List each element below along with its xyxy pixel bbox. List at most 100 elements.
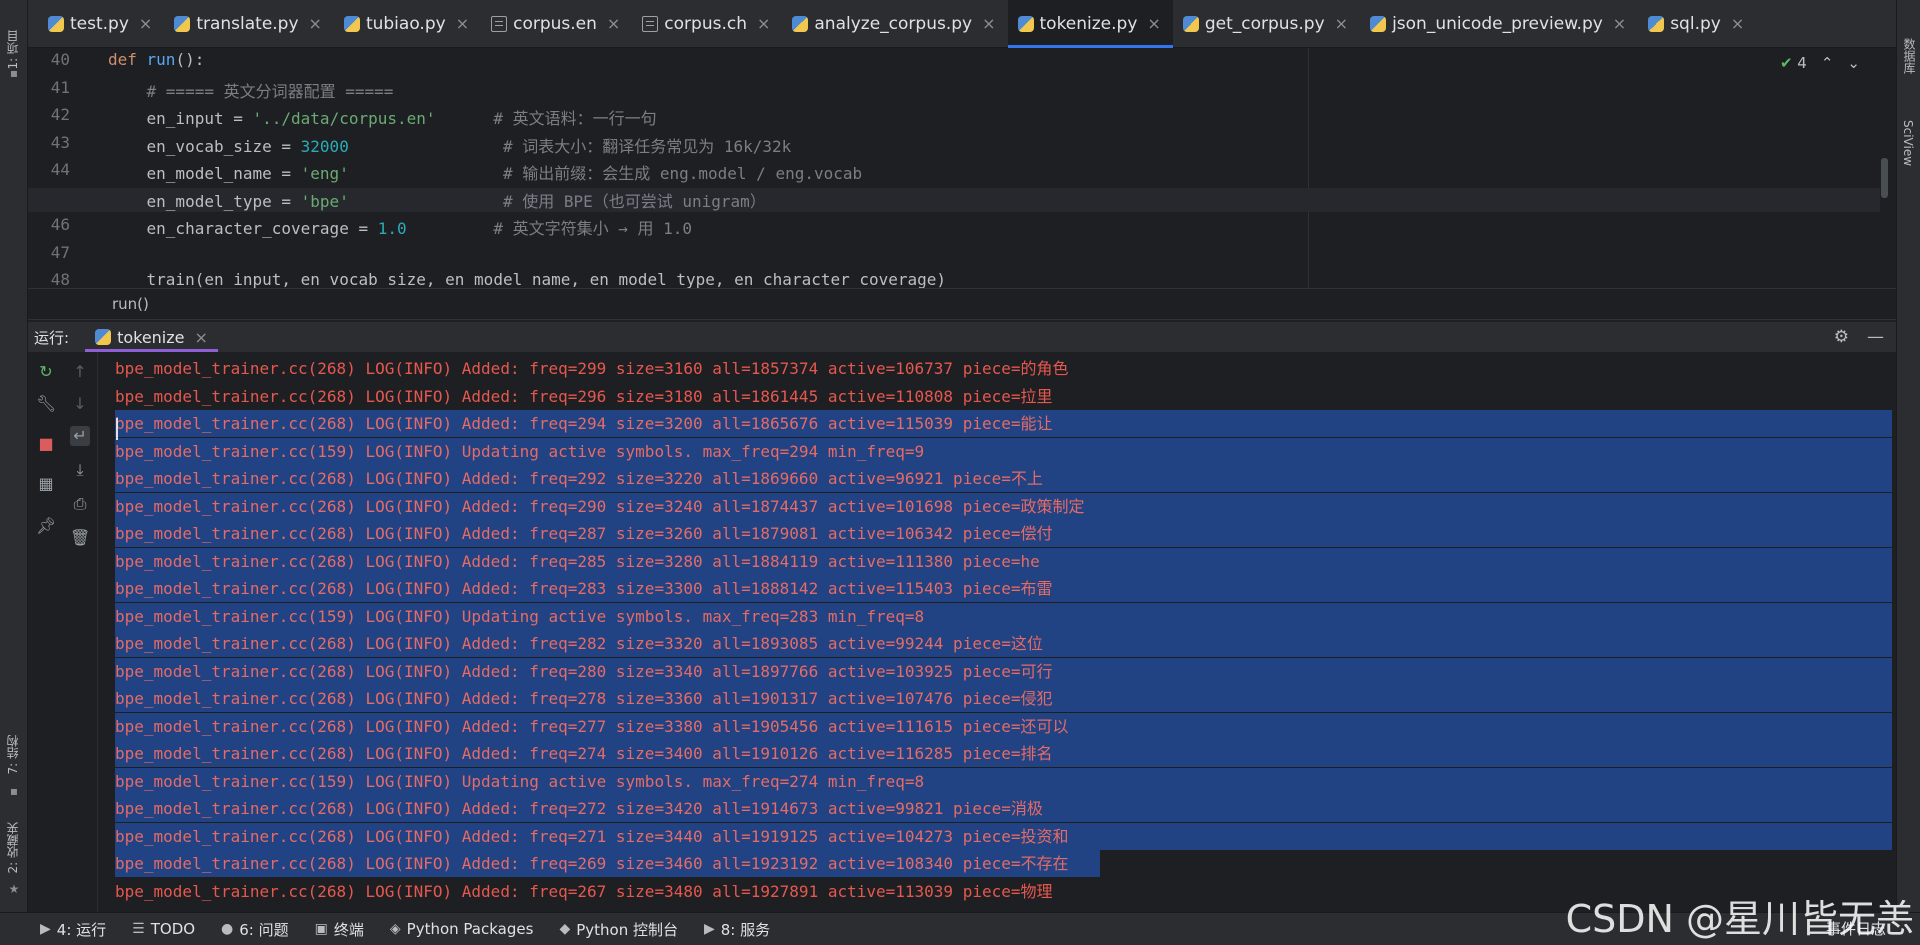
status-info-button[interactable]: ● 6: 问题 xyxy=(221,919,289,940)
scroll-to-end-icon[interactable]: ⤓ xyxy=(70,460,90,480)
console-line[interactable]: bpe_model_trainer.cc(268) LOG(INFO) Adde… xyxy=(115,575,1892,602)
pin-icon[interactable]: 📌︎ xyxy=(36,516,56,536)
console-line[interactable]: bpe_model_trainer.cc(268) LOG(INFO) Adde… xyxy=(115,878,1053,905)
tab-label: tokenize.py xyxy=(1039,13,1138,34)
inspection-status[interactable]: ✔ 4 xyxy=(1780,54,1807,72)
close-icon[interactable]: × xyxy=(309,14,322,33)
console-line[interactable]: bpe_model_trainer.cc(268) LOG(INFO) Adde… xyxy=(115,685,1892,712)
stop-icon[interactable]: ■ xyxy=(36,434,56,454)
tab-test-py[interactable]: test.py × xyxy=(38,0,164,48)
close-icon[interactable]: × xyxy=(1731,14,1744,33)
breadcrumb-item[interactable]: run() xyxy=(112,295,149,313)
console-line[interactable]: bpe_model_trainer.cc(268) LOG(INFO) Adde… xyxy=(115,492,1892,520)
code-line[interactable]: en_vocab_size = 32000 # 词表大小：翻译任务常见为 16k… xyxy=(108,133,792,157)
code-line[interactable]: train(en_input, en_vocab_size, en_model_… xyxy=(108,270,947,289)
print-icon[interactable]: ⎙ xyxy=(70,494,90,514)
python-file-icon xyxy=(1648,15,1665,32)
tab-corpus-ch[interactable]: corpus.ch × xyxy=(632,0,782,48)
console-line[interactable]: bpe_model_trainer.cc(159) LOG(INFO) Upda… xyxy=(115,437,1892,465)
close-icon[interactable]: × xyxy=(607,14,620,33)
console-line[interactable]: bpe_model_trainer.cc(268) LOG(INFO) Adde… xyxy=(115,355,1069,382)
trash-icon[interactable]: 🗑︎ xyxy=(70,528,90,548)
tab-tubiao-py[interactable]: tubiao.py × xyxy=(334,0,481,48)
right-tool-stripe: 数据库 SciView xyxy=(1896,0,1920,945)
code-line[interactable]: # ===== 英文分词器配置 ===== xyxy=(108,78,394,102)
close-icon[interactable]: × xyxy=(139,14,152,33)
close-icon[interactable]: × xyxy=(1613,14,1626,33)
console-line[interactable]: bpe_model_trainer.cc(268) LOG(INFO) Adde… xyxy=(115,383,1053,410)
structure-icon[interactable]: ▪ xyxy=(7,784,21,798)
tab-sql-py[interactable]: sql.py × xyxy=(1638,0,1756,48)
console-line[interactable]: bpe_model_trainer.cc(268) LOG(INFO) Adde… xyxy=(115,520,1892,547)
close-icon[interactable]: × xyxy=(982,14,995,33)
chevron-up-icon[interactable]: ⌃ xyxy=(1821,54,1834,72)
editor-scrollbar[interactable] xyxy=(1881,158,1888,198)
tab-translate-py[interactable]: translate.py × xyxy=(164,0,334,48)
star-icon[interactable]: ★ xyxy=(7,882,21,896)
arrow-down-icon[interactable]: ↓ xyxy=(70,394,90,414)
python-file-icon xyxy=(792,15,809,32)
close-icon[interactable]: × xyxy=(195,328,208,347)
console-line[interactable]: bpe_model_trainer.cc(268) LOG(INFO) Adde… xyxy=(115,657,1892,685)
code-token: (): xyxy=(175,50,205,69)
console-line[interactable]: bpe_model_trainer.cc(268) LOG(INFO) Adde… xyxy=(115,795,1892,822)
console-line[interactable]: bpe_model_trainer.cc(268) LOG(INFO) Adde… xyxy=(115,410,1892,437)
minimize-icon[interactable]: — xyxy=(1867,327,1884,347)
status-console-button[interactable]: ◆ Python 控制台 xyxy=(559,919,678,940)
database-tool-button[interactable]: 数据库 xyxy=(1901,38,1918,74)
tab-label: corpus.ch xyxy=(664,13,747,34)
tab-tokenize-py[interactable]: tokenize.py × xyxy=(1007,0,1174,48)
console-line[interactable]: bpe_model_trainer.cc(159) LOG(INFO) Upda… xyxy=(115,767,1892,795)
layout-icon[interactable]: ▦ xyxy=(36,474,56,494)
code-token: en_character_coverage = xyxy=(108,219,378,238)
code-line[interactable]: en_character_coverage = 1.0 # 英文字符集小 → 用… xyxy=(108,215,693,239)
code-token: # ===== 英文分词器配置 ===== xyxy=(108,81,394,101)
tab-get-corpus-py[interactable]: get_corpus.py × xyxy=(1173,0,1360,48)
status-list-button[interactable]: ☰ TODO xyxy=(132,920,195,938)
text-file-icon xyxy=(642,15,659,32)
project-tool-button[interactable]: 1: 项目 xyxy=(4,30,21,70)
code-line[interactable]: def run(): xyxy=(108,50,204,69)
tab-json-unicode-preview-py[interactable]: json_unicode_preview.py × xyxy=(1360,0,1638,48)
console-line[interactable]: bpe_model_trainer.cc(268) LOG(INFO) Adde… xyxy=(115,712,1892,740)
breadcrumb[interactable]: run() xyxy=(28,288,1896,320)
sciview-tool-button[interactable]: SciView xyxy=(1901,120,1915,166)
tab-corpus-en[interactable]: corpus.en × xyxy=(481,0,632,48)
console-line[interactable]: bpe_model_trainer.cc(159) LOG(INFO) Upda… xyxy=(115,602,1892,630)
arrow-up-icon[interactable]: ↑ xyxy=(70,362,90,382)
favorites-tool-button[interactable]: 2: 收藏夹 xyxy=(4,822,21,874)
inspection-widget[interactable]: ✔ 4 ⌃ ⌄ xyxy=(1780,54,1860,72)
console-line[interactable]: bpe_model_trainer.cc(268) LOG(INFO) Adde… xyxy=(115,822,1892,850)
console-line[interactable]: bpe_model_trainer.cc(268) LOG(INFO) Adde… xyxy=(115,547,1892,575)
gear-icon[interactable]: ⚙ xyxy=(1834,327,1849,347)
play-icon: ▶ xyxy=(40,921,51,937)
console-line[interactable]: bpe_model_trainer.cc(268) LOG(INFO) Adde… xyxy=(115,630,1892,657)
chevron-down-icon[interactable]: ⌄ xyxy=(1847,54,1860,72)
code-token: '../data/corpus.en' xyxy=(252,109,436,128)
console-line[interactable]: bpe_model_trainer.cc(268) LOG(INFO) Adde… xyxy=(115,740,1892,767)
code-line[interactable]: en_model_name = 'eng' # 输出前缀：会生成 eng.mod… xyxy=(108,160,863,184)
code-line[interactable]: en_input = '../data/corpus.en' # 英文语料：一行… xyxy=(108,105,657,129)
code-line[interactable]: en_model_type = 'bpe' # 使用 BPE（也可尝试 unig… xyxy=(28,187,1880,212)
console-line[interactable]: bpe_model_trainer.cc(268) LOG(INFO) Adde… xyxy=(115,850,1100,877)
close-icon[interactable]: × xyxy=(1147,14,1160,33)
wrench-icon[interactable]: 🔧︎ xyxy=(36,394,56,414)
status-play-button[interactable]: ▶ 4: 运行 xyxy=(40,919,106,940)
close-icon[interactable]: × xyxy=(757,14,770,33)
folder-icon[interactable]: ▪ xyxy=(7,66,21,80)
structure-tool-button[interactable]: 7: 结构 xyxy=(4,735,21,775)
code-editor[interactable]: 40 def run(): 41 # ===== 英文分词器配置 ===== 42 e… xyxy=(28,48,1896,289)
run-console-output[interactable]: bpe_model_trainer.cc(268) LOG(INFO) Adde… xyxy=(98,352,1892,912)
python-file-icon xyxy=(174,15,191,32)
status-terminal-button[interactable]: ▣ 终端 xyxy=(315,919,364,940)
close-icon[interactable]: × xyxy=(1335,14,1348,33)
soft-wrap-icon[interactable]: ↵ xyxy=(70,426,90,446)
status-services-button[interactable]: ▶ 8: 服务 xyxy=(704,919,770,940)
rerun-icon[interactable]: ↻ xyxy=(36,362,56,382)
console-line[interactable]: bpe_model_trainer.cc(268) LOG(INFO) Adde… xyxy=(115,465,1892,492)
run-tab-tokenize[interactable]: tokenize × xyxy=(85,322,218,352)
tab-analyze-corpus-py[interactable]: analyze_corpus.py × xyxy=(782,0,1007,48)
status-packages-button[interactable]: ◈ Python Packages xyxy=(390,920,534,938)
close-icon[interactable]: × xyxy=(456,14,469,33)
